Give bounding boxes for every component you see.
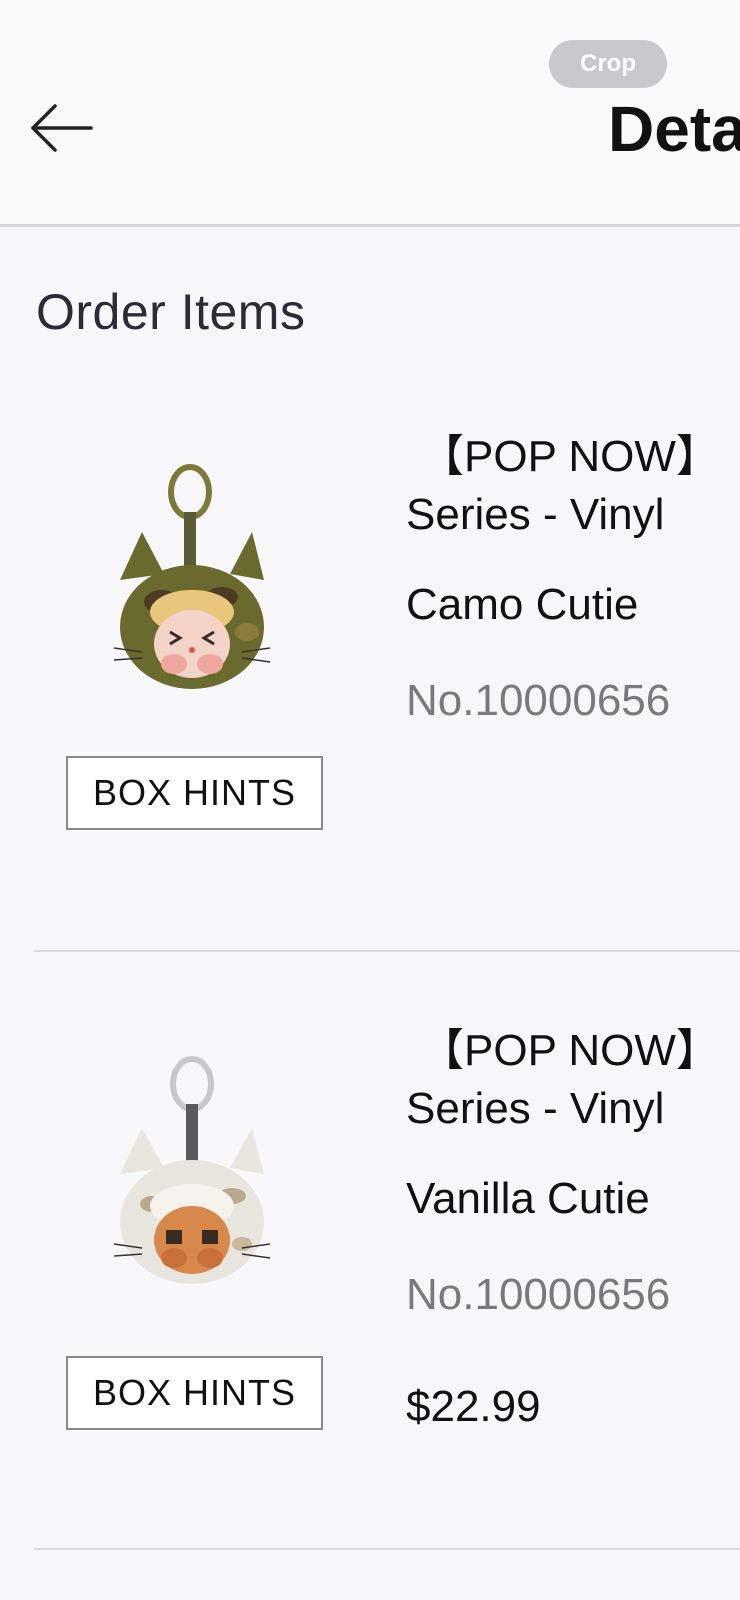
crop-button[interactable]: Crop: [549, 40, 667, 88]
product-sku: No.10000656: [406, 676, 671, 725]
item-divider: [34, 950, 740, 952]
product-variant: Vanilla Cutie: [406, 1174, 650, 1223]
product-brand: 【POP NOW】: [420, 432, 720, 481]
box-hints-label: BOX HINTS: [92, 1372, 297, 1413]
item-divider: [34, 1548, 740, 1550]
product-sku: No.10000656: [406, 1270, 671, 1319]
back-button[interactable]: [24, 96, 98, 160]
product-variant: Camo Cutie: [406, 580, 639, 629]
product-price: $22.99: [406, 1382, 541, 1431]
box-hints-button[interactable]: BOX HINTS: [66, 756, 323, 830]
arrow-left-icon: [31, 104, 93, 152]
crop-label: Crop: [580, 50, 636, 77]
product-brand: 【POP NOW】: [420, 1026, 720, 1075]
order-items-heading: Order Items: [36, 284, 306, 340]
product-series: Series - Vinyl: [406, 490, 665, 539]
box-hints-button[interactable]: BOX HINTS: [66, 1356, 323, 1430]
product-image[interactable]: [112, 1054, 282, 1294]
order-item: BOX HINTS 【POP NOW】 Series - Vinyl Vanil…: [0, 990, 740, 1550]
product-series: Series - Vinyl: [406, 1084, 665, 1133]
page-title: Deta: [608, 93, 740, 165]
order-item: BOX HINTS 【POP NOW】 Series - Vinyl Camo …: [0, 390, 740, 952]
box-hints-label: BOX HINTS: [92, 772, 297, 813]
product-image[interactable]: [112, 462, 282, 702]
top-bar: Crop Deta: [0, 0, 740, 227]
